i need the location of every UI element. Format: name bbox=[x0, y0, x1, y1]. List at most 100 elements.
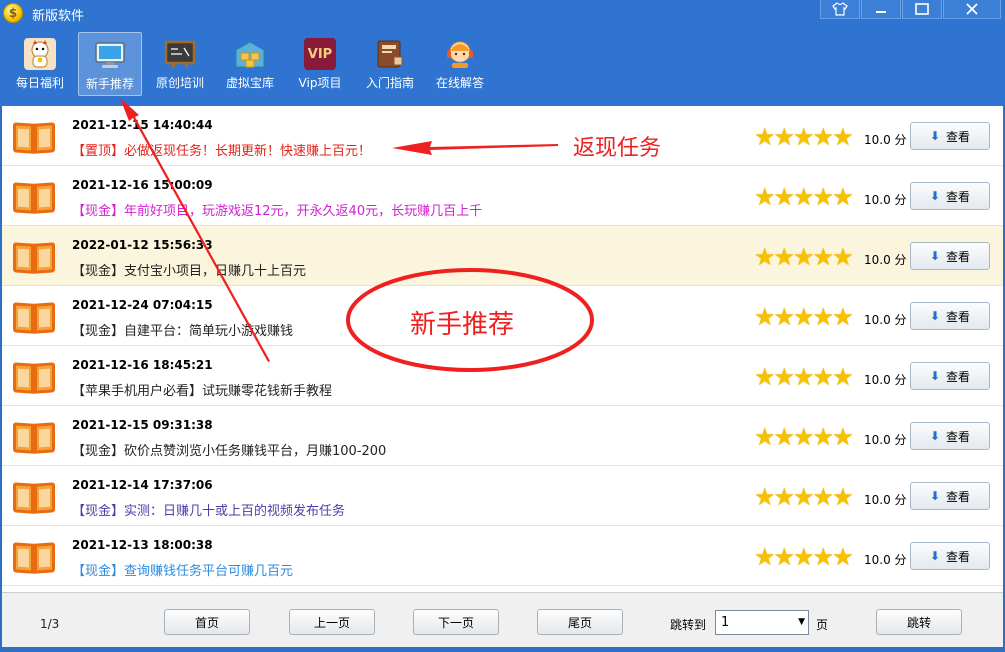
item-title[interactable]: 【现金】砍价点赞浏览小任务赚钱平台，月赚100-200 bbox=[72, 440, 386, 459]
jump-to-label: 跳转到 bbox=[670, 618, 707, 632]
blackboard-icon bbox=[164, 38, 196, 70]
download-arrow-icon: ⬇ bbox=[929, 189, 941, 203]
list-item[interactable]: 2021-12-16 18:45:21 【苹果手机用户必看】试玩赚零花钱新手教程… bbox=[2, 346, 1003, 406]
monitor-icon bbox=[94, 39, 126, 71]
jump-button[interactable]: 跳转 bbox=[876, 609, 962, 635]
rating-stars: ★★★★★ bbox=[754, 183, 854, 211]
book-icon bbox=[13, 182, 55, 215]
book-icon bbox=[13, 362, 55, 395]
book-icon bbox=[13, 422, 55, 455]
rating-stars: ★★★★★ bbox=[754, 303, 854, 331]
toolbar-item-label: 虚拟宝库 bbox=[225, 76, 274, 90]
toolbar-item-virtual-vault[interactable]: 虚拟宝库 bbox=[218, 32, 282, 96]
view-button[interactable]: ⬇ 查看 bbox=[910, 482, 990, 510]
item-date: 2021-12-24 07:04:15 bbox=[72, 298, 213, 312]
next-page-button[interactable]: 下一页 bbox=[413, 609, 499, 635]
item-date: 2021-12-14 17:37:06 bbox=[72, 478, 213, 492]
item-score: 10.0 分 bbox=[864, 313, 907, 327]
close-icon bbox=[966, 3, 978, 15]
prev-page-button[interactable]: 上一页 bbox=[289, 609, 375, 635]
warehouse-icon bbox=[234, 38, 266, 70]
task-list: 2021-12-15 14:40:44 【置顶】必做返现任务！长期更新！快速赚上… bbox=[2, 106, 1003, 592]
toolbar-item-beginner-recommend[interactable]: 新手推荐 bbox=[78, 32, 142, 96]
item-title[interactable]: 【现金】实测：日赚几十或上百的视频发布任务 bbox=[72, 500, 345, 519]
pager-bar: 1/3 首页 上一页 下一页 尾页 跳转到 1 ▼ 页 跳转 bbox=[2, 592, 1003, 647]
book-icon bbox=[13, 542, 55, 575]
toolbar-item-label: 新手推荐 bbox=[85, 77, 134, 91]
toolbar-item-getting-started[interactable]: 入门指南 bbox=[358, 32, 422, 96]
download-arrow-icon: ⬇ bbox=[929, 369, 941, 383]
page-unit-label: 页 bbox=[816, 618, 829, 632]
page-select[interactable]: 1 ▼ bbox=[715, 610, 809, 635]
first-page-button[interactable]: 首页 bbox=[164, 609, 250, 635]
list-item[interactable]: 2021-12-13 18:00:38 【现金】查询赚钱任务平台可赚几百元 ★★… bbox=[2, 526, 1003, 586]
book-icon bbox=[13, 482, 55, 515]
item-date: 2021-12-16 15:00:09 bbox=[72, 178, 213, 192]
item-title[interactable]: 【现金】年前好项目，玩游戏返12元，开永久返40元，长玩赚几百上千 bbox=[72, 200, 482, 219]
vip-icon: VIP bbox=[304, 38, 336, 70]
item-score: 10.0 分 bbox=[864, 193, 907, 207]
item-date: 2021-12-13 18:00:38 bbox=[72, 538, 213, 552]
item-score: 10.0 分 bbox=[864, 553, 907, 567]
download-arrow-icon: ⬇ bbox=[929, 429, 941, 443]
view-button[interactable]: ⬇ 查看 bbox=[910, 362, 990, 390]
title-bar: $ 新版软件 bbox=[0, 0, 1005, 26]
item-date: 2021-12-16 18:45:21 bbox=[72, 358, 213, 372]
skin-button[interactable] bbox=[820, 0, 860, 19]
page-indicator: 1/3 bbox=[40, 617, 60, 631]
close-button[interactable] bbox=[943, 0, 1001, 19]
toolbar-item-label: 在线解答 bbox=[435, 76, 484, 90]
list-item[interactable]: 2021-12-15 14:40:44 【置顶】必做返现任务！长期更新！快速赚上… bbox=[2, 106, 1003, 166]
lucky-cat-icon bbox=[24, 38, 56, 70]
last-page-button[interactable]: 尾页 bbox=[537, 609, 623, 635]
view-button[interactable]: ⬇ 查看 bbox=[910, 182, 990, 210]
book-icon bbox=[13, 122, 55, 155]
list-item[interactable]: 2021-12-24 07:04:15 【现金】自建平台：简单玩小游戏赚钱 ★★… bbox=[2, 286, 1003, 346]
download-arrow-icon: ⬇ bbox=[929, 549, 941, 563]
view-button[interactable]: ⬇ 查看 bbox=[910, 122, 990, 150]
item-title[interactable]: 【置顶】必做返现任务！长期更新！快速赚上百元！ bbox=[72, 140, 371, 159]
maximize-button[interactable] bbox=[902, 0, 942, 19]
item-title[interactable]: 【现金】支付宝小项目，日赚几十上百元 bbox=[72, 260, 306, 279]
book-guide-icon bbox=[374, 38, 406, 70]
rating-stars: ★★★★★ bbox=[754, 363, 854, 391]
view-button[interactable]: ⬇ 查看 bbox=[910, 242, 990, 270]
toolbar-item-online-answers[interactable]: 在线解答 bbox=[428, 32, 492, 96]
book-icon bbox=[13, 302, 55, 335]
item-date: 2021-12-15 09:31:38 bbox=[72, 418, 213, 432]
toolbar-item-daily-welfare[interactable]: 每日福利 bbox=[8, 32, 72, 96]
item-score: 10.0 分 bbox=[864, 373, 907, 387]
shirt-icon bbox=[832, 2, 848, 16]
item-score: 10.0 分 bbox=[864, 253, 907, 267]
download-arrow-icon: ⬇ bbox=[929, 249, 941, 263]
bottom-strip bbox=[0, 647, 1005, 652]
toolbar-item-label: 原创培训 bbox=[155, 76, 204, 90]
list-item[interactable]: 2021-12-16 15:00:09 【现金】年前好项目，玩游戏返12元，开永… bbox=[2, 166, 1003, 226]
view-button[interactable]: ⬇ 查看 bbox=[910, 422, 990, 450]
page-select-value: 1 bbox=[721, 615, 730, 630]
list-item[interactable]: 2021-12-15 09:31:38 【现金】砍价点赞浏览小任务赚钱平台，月赚… bbox=[2, 406, 1003, 466]
window-controls bbox=[819, 0, 1001, 19]
download-arrow-icon: ⬇ bbox=[929, 489, 941, 503]
rating-stars: ★★★★★ bbox=[754, 423, 854, 451]
rating-stars: ★★★★★ bbox=[754, 243, 854, 271]
item-title[interactable]: 【现金】自建平台：简单玩小游戏赚钱 bbox=[72, 320, 293, 339]
minimize-icon bbox=[876, 11, 886, 13]
toolbar-item-vip-project[interactable]: VIP Vip项目 bbox=[288, 32, 352, 96]
list-item[interactable]: 2022-01-12 15:56:33 【现金】支付宝小项目，日赚几十上百元 ★… bbox=[2, 226, 1003, 286]
item-score: 10.0 分 bbox=[864, 493, 907, 507]
item-title[interactable]: 【苹果手机用户必看】试玩赚零花钱新手教程 bbox=[72, 380, 332, 399]
list-item[interactable]: 2021-12-14 17:37:06 【现金】实测：日赚几十或上百的视频发布任… bbox=[2, 466, 1003, 526]
maximize-icon bbox=[915, 3, 929, 15]
minimize-button[interactable] bbox=[861, 0, 901, 19]
toolbar-item-label: Vip项目 bbox=[298, 76, 342, 90]
toolbar-item-label: 入门指南 bbox=[365, 76, 414, 90]
window-title: 新版软件 bbox=[32, 9, 85, 24]
item-score: 10.0 分 bbox=[864, 133, 907, 147]
main-toolbar: 每日福利 新手推荐 原创培训 虚拟宝库 VIP Vip项目 入门指南 在线解答 bbox=[0, 26, 1005, 106]
view-button[interactable]: ⬇ 查看 bbox=[910, 542, 990, 570]
toolbar-item-original-training[interactable]: 原创培训 bbox=[148, 32, 212, 96]
view-button[interactable]: ⬇ 查看 bbox=[910, 302, 990, 330]
item-title[interactable]: 【现金】查询赚钱任务平台可赚几百元 bbox=[72, 560, 293, 579]
rating-stars: ★★★★★ bbox=[754, 543, 854, 571]
